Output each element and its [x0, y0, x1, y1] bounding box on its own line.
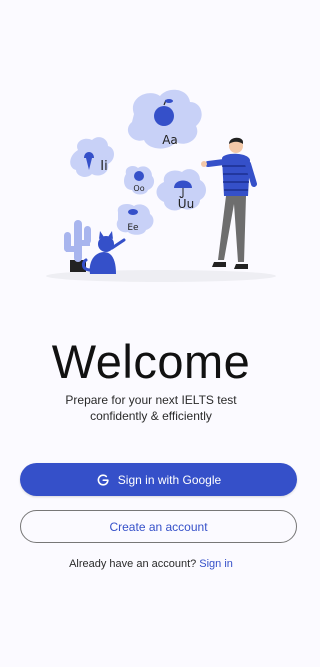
sign-in-prompt: Already have an account? Sign in	[0, 558, 302, 570]
egg-icon	[128, 209, 138, 215]
bubble-oo: Oo	[124, 166, 155, 195]
orange-icon	[134, 171, 144, 181]
cactus-plant	[64, 220, 91, 272]
google-sign-in-button[interactable]: Sign in with Google	[20, 463, 297, 496]
google-g-icon	[97, 473, 109, 486]
bubble-ii: Ii	[70, 137, 114, 177]
welcome-title: Welcome	[51, 335, 251, 388]
bubble-uu: Uu	[156, 169, 206, 211]
subtitle-line-1: Prepare for your next IELTS test	[65, 393, 237, 407]
create-account-button[interactable]: Create an account	[20, 510, 297, 543]
man-figure	[201, 137, 257, 269]
bubble-letters-oo: Oo	[133, 184, 144, 193]
bubble-letters-aa: Aa	[162, 133, 178, 147]
have-account-text: Already have an account?	[69, 558, 197, 570]
language-learning-illustration: Aa Ii Oo Uu Ee	[46, 89, 276, 282]
welcome-subtitle: Prepare for your next IELTS test confide…	[0, 392, 302, 424]
bubble-aa: Aa	[127, 89, 202, 149]
bubble-letters-ee: Ee	[127, 223, 139, 233]
bubble-letters-uu: Uu	[178, 197, 194, 211]
sign-in-link[interactable]: Sign in	[199, 558, 233, 570]
google-sign-in-label: Sign in with Google	[117, 472, 222, 487]
bubble-letters-ii: Ii	[100, 159, 107, 174]
bubble-ee: Ee	[116, 204, 154, 235]
subtitle-line-2: confidently & efficiently	[90, 409, 212, 423]
welcome-screen: Aa Ii Oo Uu Ee Welcome Prepare for your …	[0, 0, 302, 667]
